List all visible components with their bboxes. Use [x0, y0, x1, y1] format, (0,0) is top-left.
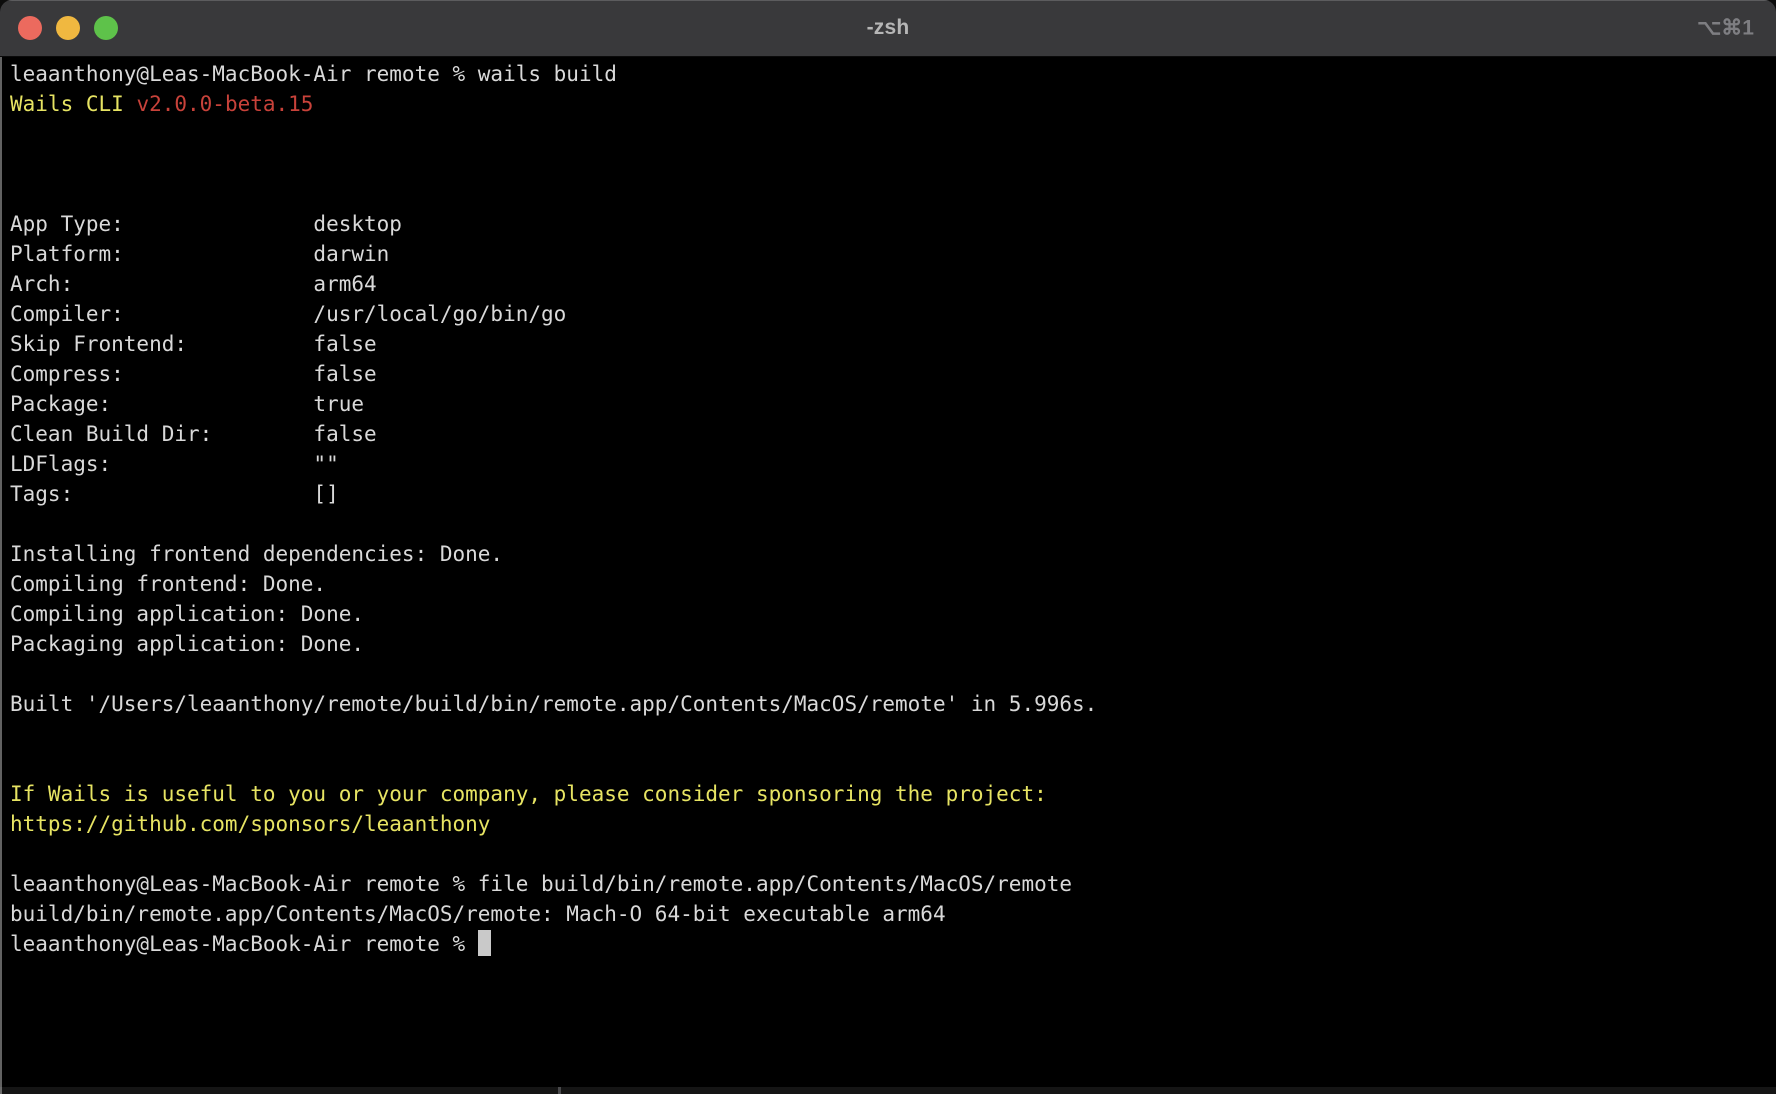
background-window-divider — [558, 1087, 561, 1094]
terminal-text: Package: true — [10, 392, 364, 416]
terminal-line: App Type: desktop — [10, 209, 1766, 239]
terminal-text: leaanthony@Leas-MacBook-Air remote % wai… — [10, 62, 617, 86]
terminal-text: Compress: false — [10, 362, 377, 386]
terminal-text: If Wails is useful to you or your compan… — [10, 782, 1047, 806]
minimize-button[interactable] — [56, 16, 80, 40]
terminal-line — [10, 119, 1766, 149]
terminal-text: App Type: desktop — [10, 212, 402, 236]
terminal-line: build/bin/remote.app/Contents/MacOS/remo… — [10, 899, 1766, 929]
titlebar[interactable]: -zsh ⌥⌘1 — [0, 0, 1776, 57]
terminal-text: leaanthony@Leas-MacBook-Air remote % fil… — [10, 872, 1072, 896]
zoom-button[interactable] — [94, 16, 118, 40]
close-button[interactable] — [18, 16, 42, 40]
terminal-line: If Wails is useful to you or your compan… — [10, 779, 1766, 809]
terminal-text: Packaging application: Done. — [10, 632, 364, 656]
terminal-text: Platform: darwin — [10, 242, 389, 266]
terminal-line: Tags: [] — [10, 479, 1766, 509]
terminal-line — [10, 659, 1766, 689]
terminal-text: Arch: arm64 — [10, 272, 377, 296]
terminal-line — [10, 749, 1766, 779]
block-cursor — [478, 930, 491, 956]
terminal-line — [10, 839, 1766, 869]
terminal-output[interactable]: leaanthony@Leas-MacBook-Air remote % wai… — [0, 58, 1776, 1087]
terminal-line: https://github.com/sponsors/leaanthony — [10, 809, 1766, 839]
terminal-text: Wails CLI — [10, 92, 136, 116]
terminal-text: Compiler: /usr/local/go/bin/go — [10, 302, 566, 326]
traffic-lights — [18, 0, 118, 56]
terminal-line: Skip Frontend: false — [10, 329, 1766, 359]
terminal-line: Compress: false — [10, 359, 1766, 389]
desktop-sliver — [0, 1087, 1776, 1094]
terminal-line: Arch: arm64 — [10, 269, 1766, 299]
terminal-text: leaanthony@Leas-MacBook-Air remote % — [10, 932, 478, 956]
terminal-window: -zsh ⌥⌘1 leaanthony@Leas-MacBook-Air rem… — [0, 0, 1776, 1094]
terminal-line: Compiler: /usr/local/go/bin/go — [10, 299, 1766, 329]
terminal-line: leaanthony@Leas-MacBook-Air remote % fil… — [10, 869, 1766, 899]
terminal-line: Compiling frontend: Done. — [10, 569, 1766, 599]
window-edge-highlight — [0, 57, 2, 1094]
terminal-line: Clean Build Dir: false — [10, 419, 1766, 449]
terminal-text: Skip Frontend: false — [10, 332, 377, 356]
terminal-text: Installing frontend dependencies: Done. — [10, 542, 503, 566]
terminal-line: Compiling application: Done. — [10, 599, 1766, 629]
terminal-line: leaanthony@Leas-MacBook-Air remote % — [10, 929, 1766, 959]
terminal-line: Installing frontend dependencies: Done. — [10, 539, 1766, 569]
terminal-line: Packaging application: Done. — [10, 629, 1766, 659]
terminal-line: leaanthony@Leas-MacBook-Air remote % wai… — [10, 59, 1766, 89]
terminal-line — [10, 149, 1766, 179]
tab-shortcut-badge: ⌥⌘1 — [1697, 16, 1754, 41]
terminal-text: Built '/Users/leaanthony/remote/build/bi… — [10, 692, 1097, 716]
terminal-line: Wails CLI v2.0.0-beta.15 — [10, 89, 1766, 119]
terminal-text: LDFlags: "" — [10, 452, 339, 476]
terminal-text: https://github.com/sponsors/leaanthony — [10, 812, 490, 836]
terminal-text: v2.0.0-beta.15 — [136, 92, 313, 116]
terminal-line — [10, 509, 1766, 539]
terminal-line: Platform: darwin — [10, 239, 1766, 269]
terminal-text: build/bin/remote.app/Contents/MacOS/remo… — [10, 902, 946, 926]
terminal-line: Package: true — [10, 389, 1766, 419]
terminal-text: Clean Build Dir: false — [10, 422, 377, 446]
terminal-text: Tags: [] — [10, 482, 339, 506]
terminal-line: LDFlags: "" — [10, 449, 1766, 479]
terminal-text: Compiling application: Done. — [10, 602, 364, 626]
terminal-line — [10, 719, 1766, 749]
terminal-line — [10, 179, 1766, 209]
terminal-text: Compiling frontend: Done. — [10, 572, 326, 596]
window-title: -zsh — [867, 16, 910, 40]
terminal-line: Built '/Users/leaanthony/remote/build/bi… — [10, 689, 1766, 719]
